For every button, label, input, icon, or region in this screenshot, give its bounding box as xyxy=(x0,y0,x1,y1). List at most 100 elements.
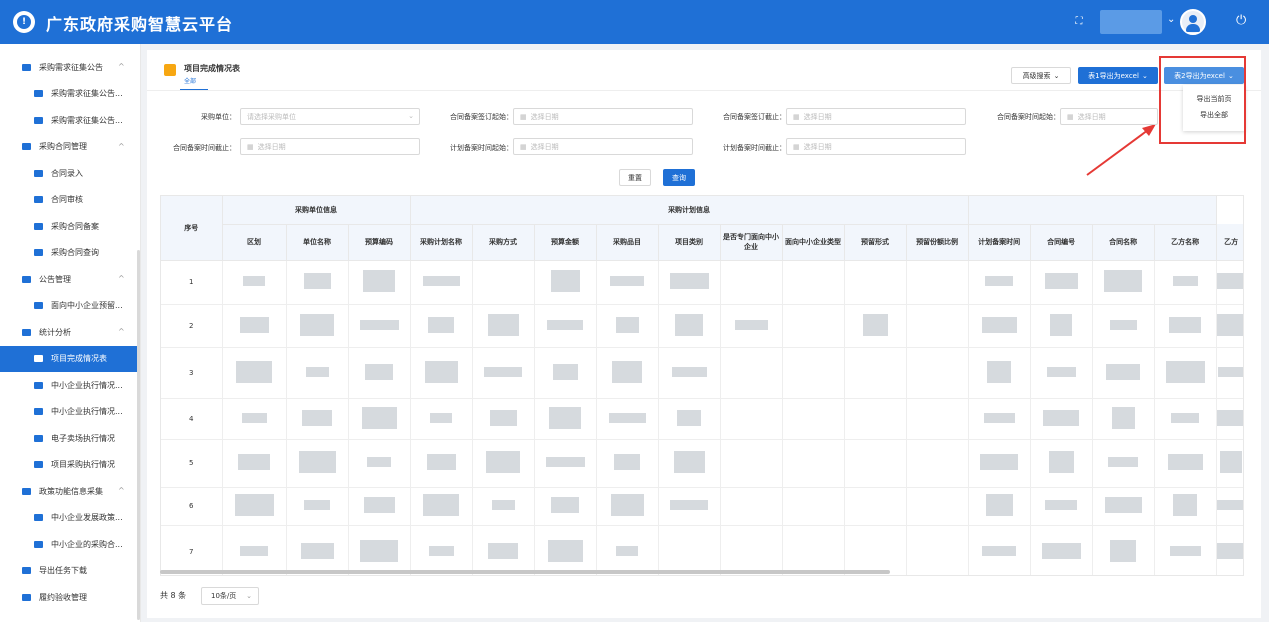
table-cell-redacted xyxy=(1154,398,1217,440)
table-row[interactable]: 1 xyxy=(161,260,1243,305)
row-index: 1 xyxy=(161,260,223,305)
top-bar: ! 广东政府采购智慧云平台 ⛶ ⌄ ⏻ xyxy=(0,0,1269,44)
column-header: 单位名称 xyxy=(286,224,349,261)
table-cell-redacted xyxy=(968,439,1031,488)
menu-icon xyxy=(22,328,31,336)
page-size-value: 10条/页 xyxy=(211,592,237,600)
advanced-search-button[interactable]: 高级搜索 ⌄ xyxy=(1011,67,1071,84)
sidebar-item-16[interactable]: 政策功能信息采集 ^ xyxy=(0,478,140,504)
contract-sign-end-date[interactable]: ▦ 选择日期 xyxy=(786,108,966,125)
fullscreen-icon[interactable]: ⛶ xyxy=(1072,15,1086,29)
reset-button[interactable]: 重置 xyxy=(619,169,651,186)
table-cell-redacted xyxy=(472,260,535,305)
sidebar-item-4[interactable]: 合同录入 xyxy=(0,160,140,186)
table-cell-redacted xyxy=(1030,304,1093,348)
sidebar-item-19[interactable]: 导出任务下载 xyxy=(0,558,140,584)
redacted-value xyxy=(302,409,332,426)
table-cell-redacted xyxy=(1154,260,1217,305)
tab-all[interactable]: 全部 xyxy=(184,76,196,85)
sidebar-item-3[interactable]: 采购合同管理 ^ xyxy=(0,134,140,160)
table-row[interactable]: 3 xyxy=(161,347,1243,399)
sidebar-item-15[interactable]: 项目采购执行情况 xyxy=(0,452,140,478)
export-table1-button[interactable]: 表1导出为excel ⌄ xyxy=(1078,67,1158,84)
sidebar-item-label: 合同录入 xyxy=(51,168,83,178)
sidebar-item-1[interactable]: 采购需求征集公告... xyxy=(0,81,140,107)
table-cell-redacted xyxy=(222,347,287,399)
sidebar-item-13[interactable]: 中小企业执行情况... xyxy=(0,399,140,425)
sidebar-item-14[interactable]: 电子卖场执行情况 xyxy=(0,425,140,451)
table-cell-redacted xyxy=(968,347,1031,399)
sidebar-item-label: 采购需求征集公告... xyxy=(51,89,123,98)
sidebar-scrollbar[interactable] xyxy=(137,250,140,620)
table-cell-redacted xyxy=(782,487,845,526)
sidebar-item-6[interactable]: 采购合同备案 xyxy=(0,213,140,239)
table-row[interactable]: 7 xyxy=(161,525,1243,575)
table-cell-redacted xyxy=(906,439,969,488)
menu-icon xyxy=(34,169,43,177)
menu-icon xyxy=(34,116,43,124)
redacted-value xyxy=(615,316,639,333)
redacted-value xyxy=(1108,457,1139,467)
table-row[interactable]: 4 xyxy=(161,398,1243,440)
plan-record-start-date[interactable]: ▦ 选择日期 xyxy=(513,138,693,155)
sidebar-item-18[interactable]: 中小企业的采购合... xyxy=(0,531,140,557)
sidebar-item-11[interactable]: 项目完成情况表 xyxy=(0,345,140,372)
table-cell-redacted xyxy=(348,439,411,488)
username-redacted[interactable] xyxy=(1100,10,1162,34)
purchase-unit-select[interactable]: 请选择采购单位 ⌄ xyxy=(240,108,420,125)
column-header: 项目类别 xyxy=(658,224,721,261)
table-row[interactable]: 5 xyxy=(161,439,1243,488)
table-row[interactable]: 6 xyxy=(161,487,1243,526)
redacted-value xyxy=(1109,319,1137,330)
redacted-value xyxy=(985,276,1014,286)
contract-sign-start-date[interactable]: ▦ 选择日期 xyxy=(513,108,693,125)
redacted-value xyxy=(238,454,270,470)
plan-record-end-date[interactable]: ▦ 选择日期 xyxy=(786,138,966,155)
redacted-value xyxy=(363,270,395,292)
redacted-value xyxy=(1216,500,1243,510)
sidebar-item-12[interactable]: 中小企业执行情况... xyxy=(0,372,140,398)
table-cell-redacted xyxy=(1092,260,1155,305)
contract-record-end-date[interactable]: ▦ 选择日期 xyxy=(240,138,420,155)
sidebar-item-20[interactable]: 履约验收管理 xyxy=(0,584,140,610)
sidebar-item-17[interactable]: 中小企业发展政策... xyxy=(0,505,140,531)
table-cell-redacted xyxy=(472,398,535,440)
query-button[interactable]: 查询 xyxy=(663,169,695,186)
redacted-value xyxy=(1216,543,1243,559)
sidebar-item-2[interactable]: 采购需求征集公告... xyxy=(0,107,140,133)
date-placeholder: 选择日期 xyxy=(530,112,559,121)
table-cell-redacted xyxy=(1154,525,1217,575)
sidebar-item-0[interactable]: 采购需求征集公告 ^ xyxy=(0,54,140,80)
redacted-value xyxy=(359,319,399,330)
sidebar-item-5[interactable]: 合同审核 xyxy=(0,187,140,213)
table-row[interactable]: 2 xyxy=(161,304,1243,348)
redacted-value xyxy=(1106,363,1141,380)
power-icon[interactable]: ⏻ xyxy=(1236,13,1246,28)
contract-record-start-date[interactable]: ▦ 选择日期 xyxy=(1060,108,1158,125)
table-cell-redacted xyxy=(1216,260,1243,305)
sidebar-item-8[interactable]: 公告管理 ^ xyxy=(0,266,140,292)
sidebar-item-10[interactable]: 统计分析 ^ xyxy=(0,319,140,345)
redacted-value xyxy=(1104,270,1143,292)
table-cell-redacted xyxy=(596,487,659,526)
menu-icon xyxy=(34,302,43,309)
chevron-down-icon[interactable]: ⌄ xyxy=(1167,14,1175,25)
redacted-value xyxy=(1216,273,1243,289)
table-cell-redacted xyxy=(222,525,287,575)
menu-icon xyxy=(22,275,31,283)
menu-icon xyxy=(34,461,43,468)
table-cell-redacted xyxy=(410,487,473,526)
horizontal-scrollbar[interactable] xyxy=(160,570,890,574)
sidebar-item-7[interactable]: 采购合同查询 xyxy=(0,240,140,266)
table-cell-redacted xyxy=(348,398,411,440)
sidebar-item-label: 导出任务下载 xyxy=(39,566,87,575)
avatar[interactable] xyxy=(1180,9,1206,35)
table-cell-redacted xyxy=(720,398,783,440)
page-size-select[interactable]: 10条/页 ⌄ xyxy=(201,587,259,605)
table-cell-redacted xyxy=(1216,439,1243,488)
chevron-up-icon: ^ xyxy=(118,62,125,71)
redacted-value xyxy=(1169,546,1201,556)
redacted-value xyxy=(982,546,1017,556)
menu-icon xyxy=(34,434,43,442)
sidebar-item-9[interactable]: 面向中小企业预留... xyxy=(0,293,140,319)
